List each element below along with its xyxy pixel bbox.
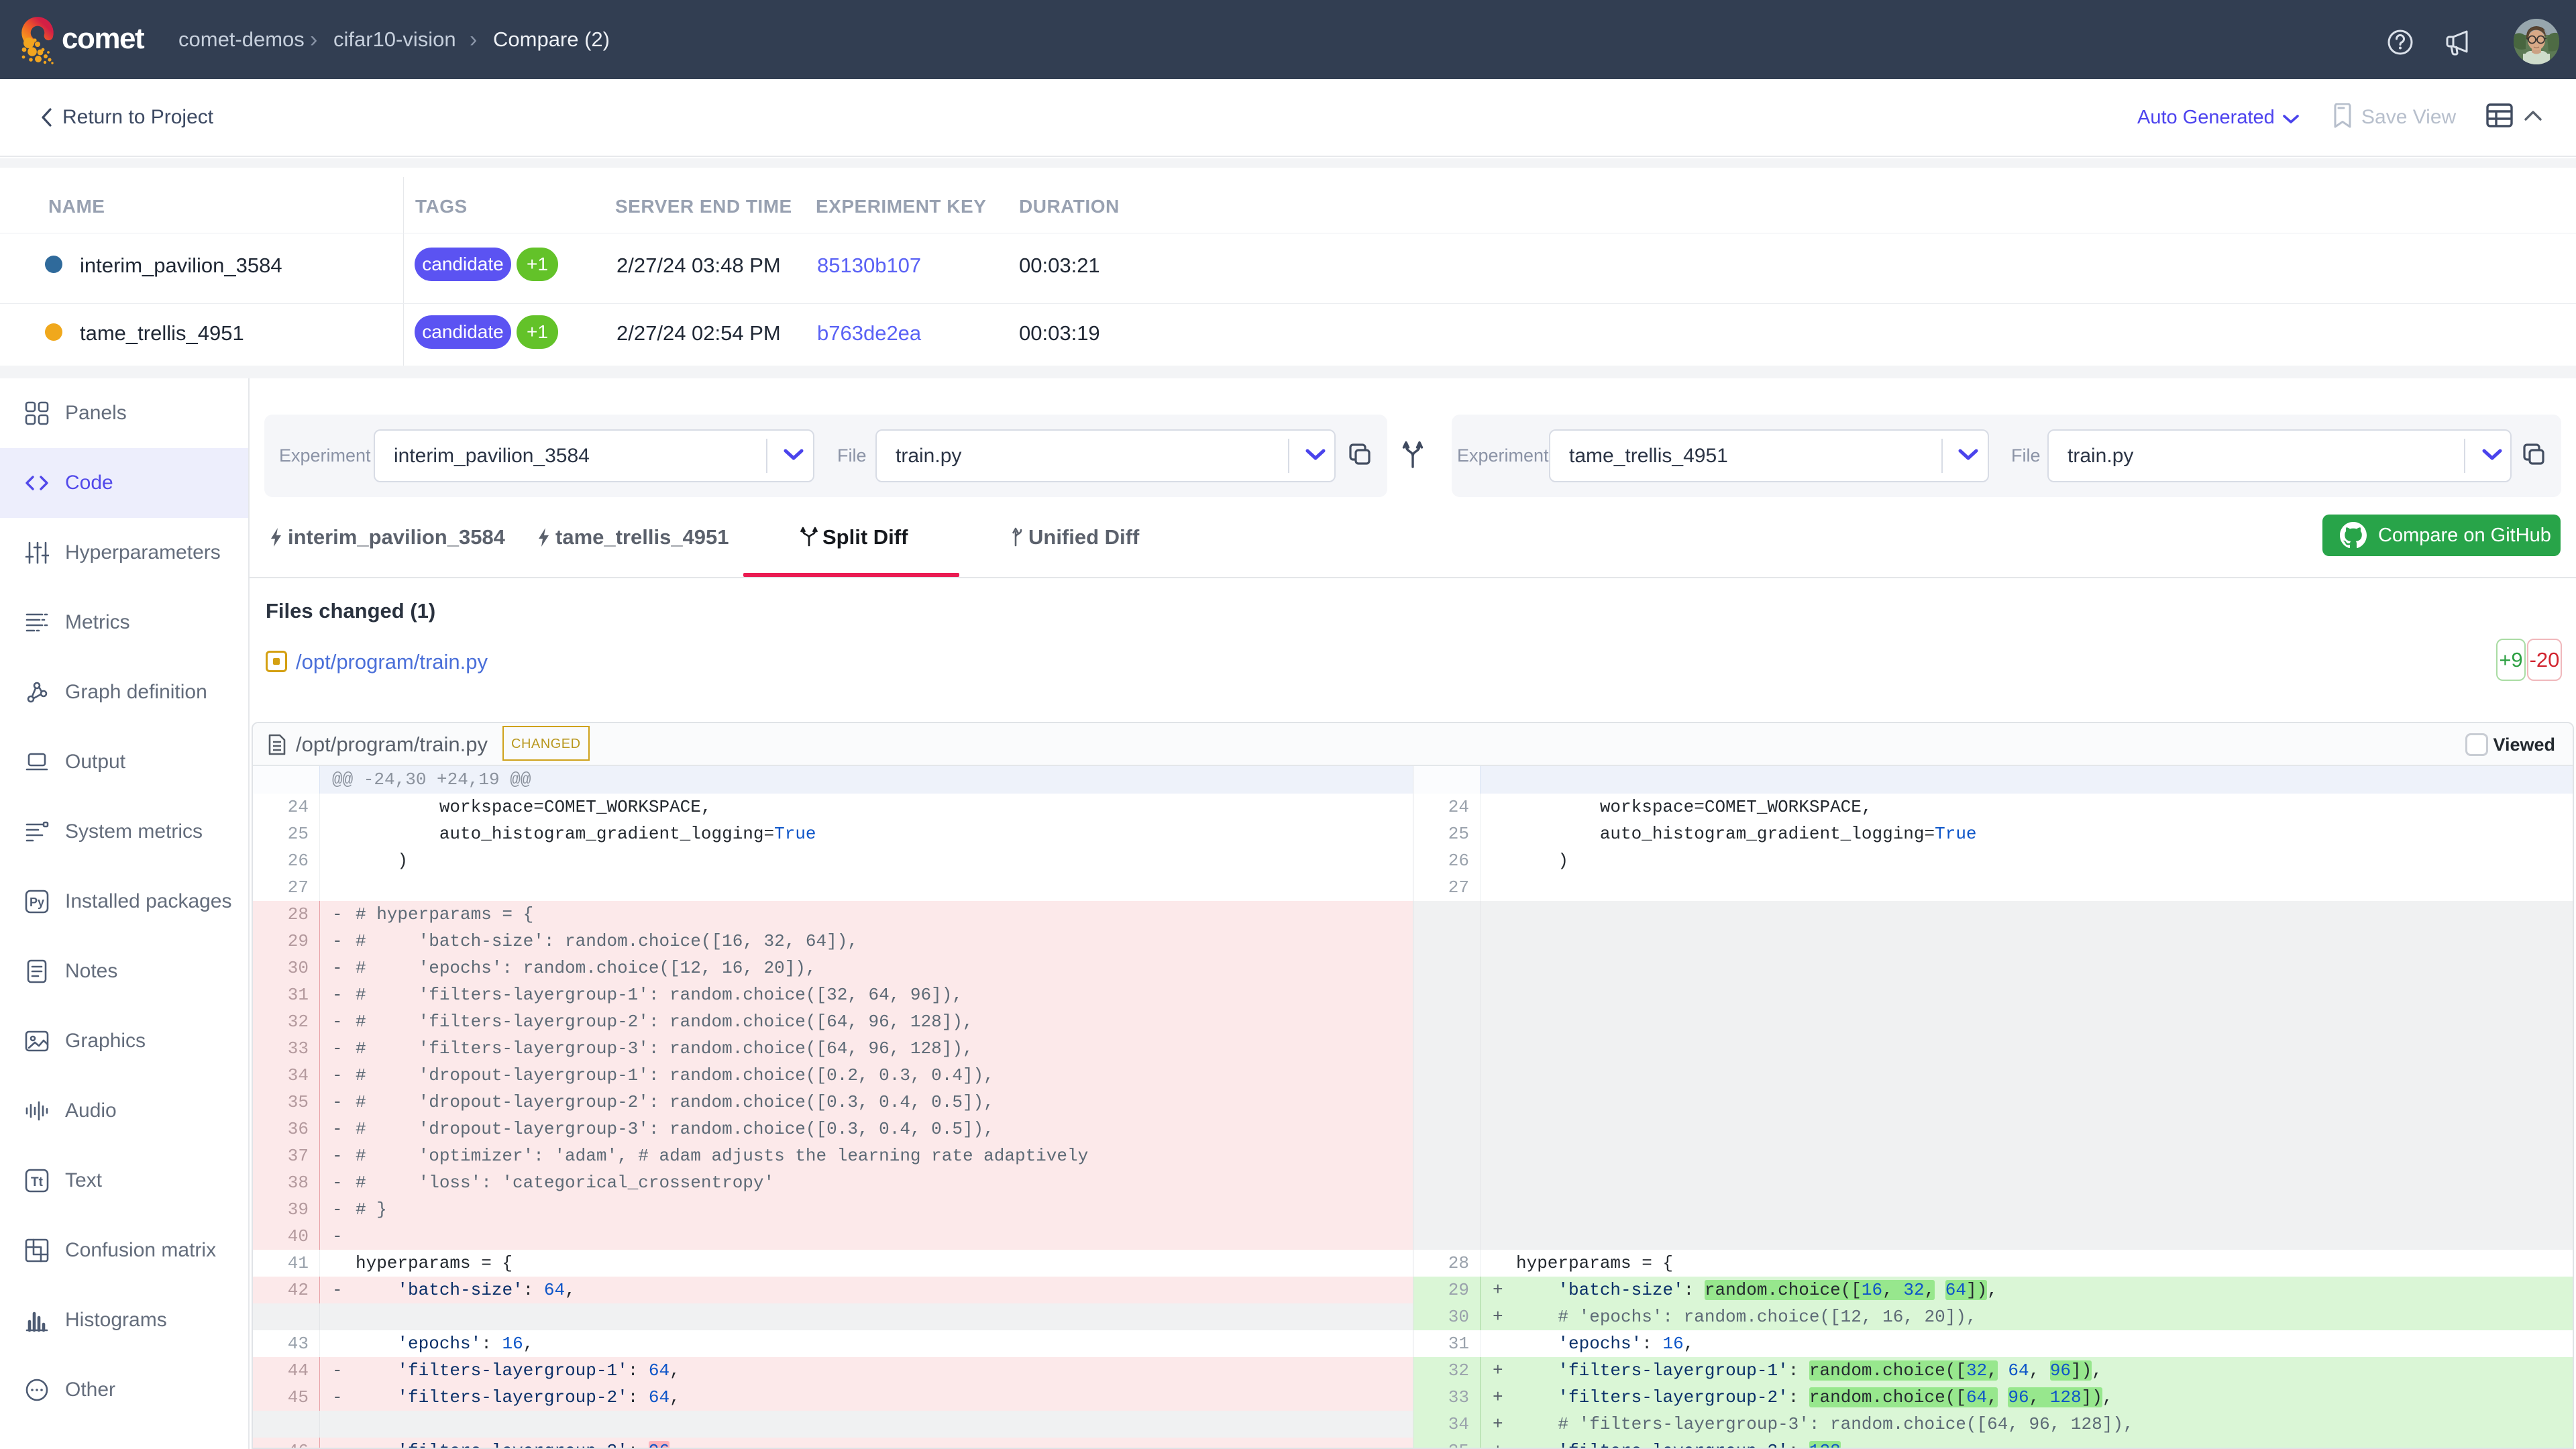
svg-text:Tt: Tt [31, 1175, 44, 1189]
svg-text:Py: Py [30, 896, 44, 909]
